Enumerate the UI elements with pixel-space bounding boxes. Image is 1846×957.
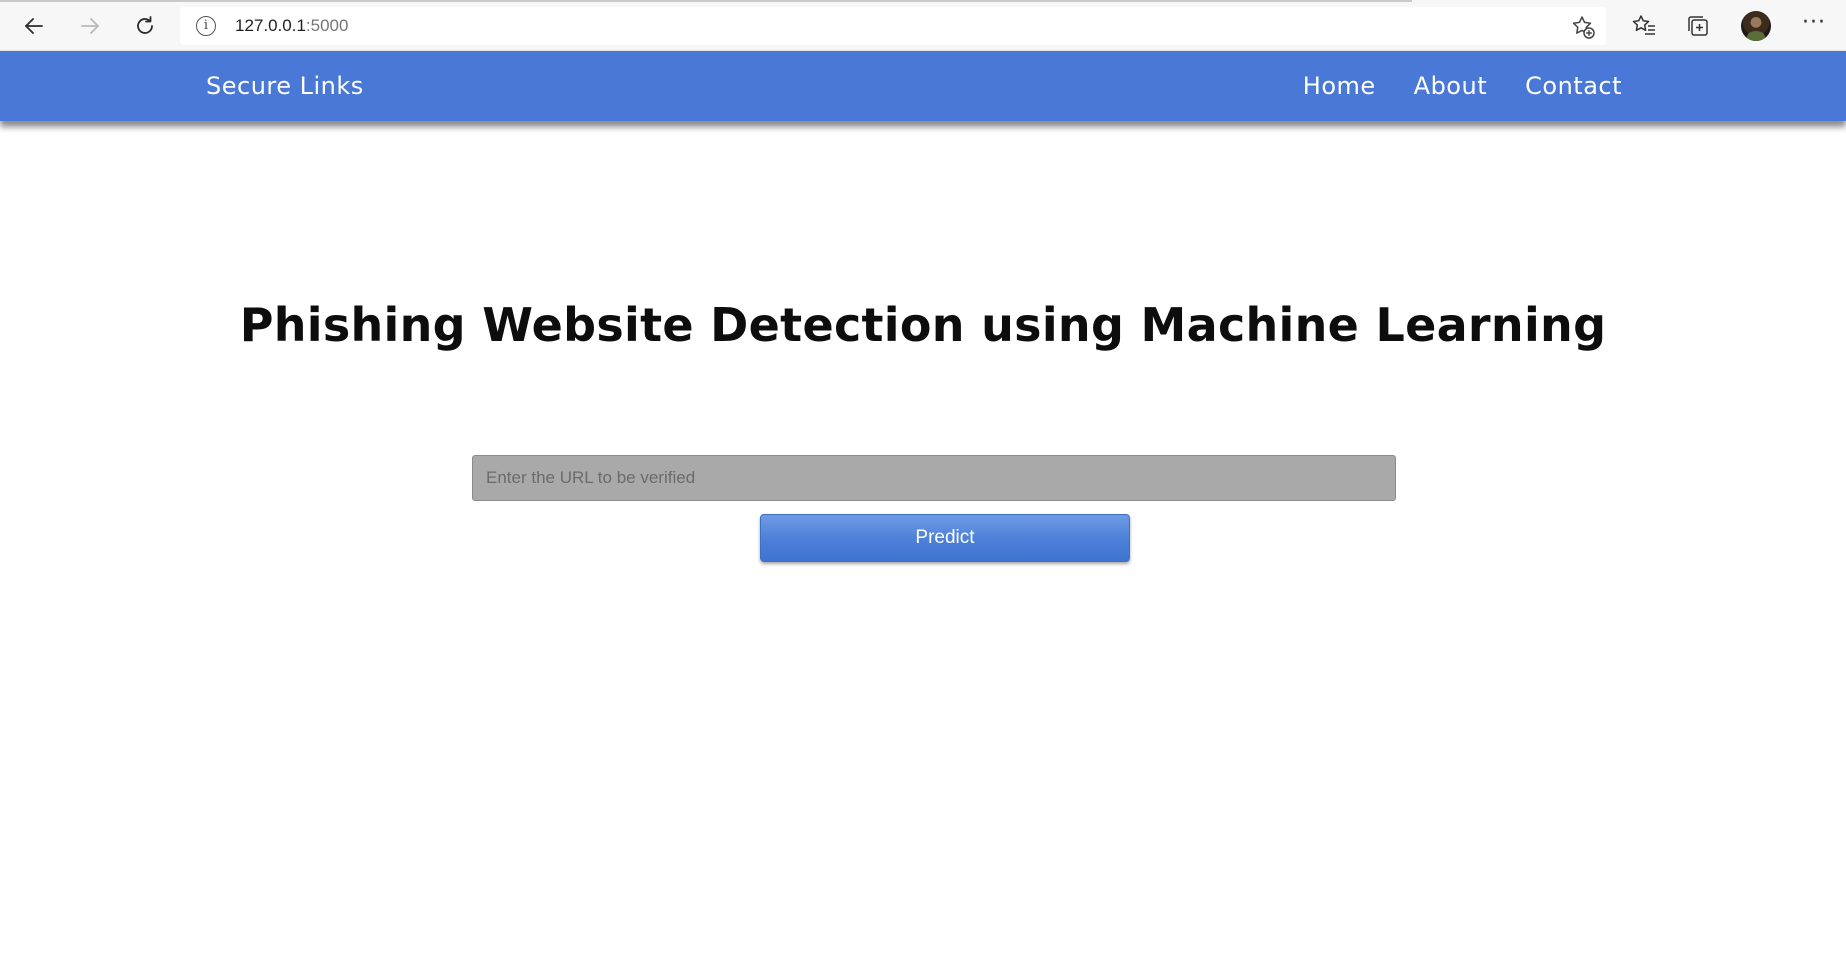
address-bar[interactable]: i 127.0.0.1:5000 (180, 7, 1606, 45)
nav-link-contact[interactable]: Contact (1525, 72, 1622, 100)
site-navbar: Secure Links Home About Contact (0, 51, 1846, 121)
url-host: 127.0.0.1 (235, 16, 306, 35)
favorites-list-icon[interactable] (1630, 12, 1658, 40)
collections-icon[interactable] (1684, 12, 1712, 40)
nav-link-home[interactable]: Home (1303, 72, 1376, 100)
nav-links: Home About Contact (1303, 51, 1622, 121)
arrow-left-icon (25, 18, 43, 34)
nav-link-about[interactable]: About (1414, 72, 1487, 100)
brand-logo-text[interactable]: Secure Links (206, 51, 364, 121)
tab-strip-edge (0, 0, 1412, 2)
star-plus-icon[interactable] (1570, 14, 1596, 40)
refresh-button[interactable] (125, 8, 165, 44)
url-port: :5000 (305, 16, 349, 35)
browser-toolbar: i 127.0.0.1:5000 ··· (0, 0, 1846, 51)
arrow-right-icon (81, 18, 99, 34)
forward-button[interactable] (70, 8, 110, 44)
more-icon[interactable]: ··· (1800, 12, 1828, 40)
url-input[interactable] (472, 455, 1396, 501)
url-text[interactable]: 127.0.0.1:5000 (235, 7, 348, 45)
info-icon[interactable]: i (196, 16, 216, 36)
avatar[interactable] (1741, 11, 1771, 41)
back-button[interactable] (14, 8, 54, 44)
refresh-icon (137, 16, 153, 34)
predict-button[interactable]: Predict (760, 514, 1130, 562)
page-title: Phishing Website Detection using Machine… (239, 298, 1607, 352)
